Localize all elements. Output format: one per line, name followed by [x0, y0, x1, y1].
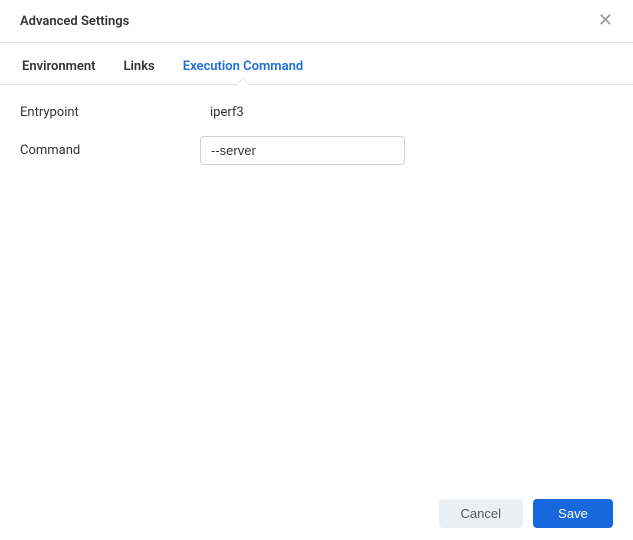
tab-content: Entrypoint iperf3 Command	[0, 85, 633, 201]
entrypoint-value: iperf3	[200, 105, 244, 120]
save-button[interactable]: Save	[533, 499, 613, 528]
dialog-header: Advanced Settings ✕	[0, 0, 633, 43]
tab-links[interactable]: Links	[122, 47, 157, 84]
tab-environment[interactable]: Environment	[20, 47, 98, 84]
entrypoint-row: Entrypoint iperf3	[20, 105, 613, 120]
entrypoint-label: Entrypoint	[20, 105, 200, 120]
command-row: Command	[20, 136, 613, 165]
dialog-title: Advanced Settings	[20, 14, 129, 29]
close-icon[interactable]: ✕	[594, 10, 617, 32]
dialog-footer: Cancel Save	[0, 487, 633, 540]
tabs-container: Environment Links Execution Command	[0, 47, 633, 85]
tab-execution-command[interactable]: Execution Command	[181, 47, 305, 84]
command-label: Command	[20, 143, 200, 158]
cancel-button[interactable]: Cancel	[439, 499, 523, 528]
command-input[interactable]	[200, 136, 405, 165]
